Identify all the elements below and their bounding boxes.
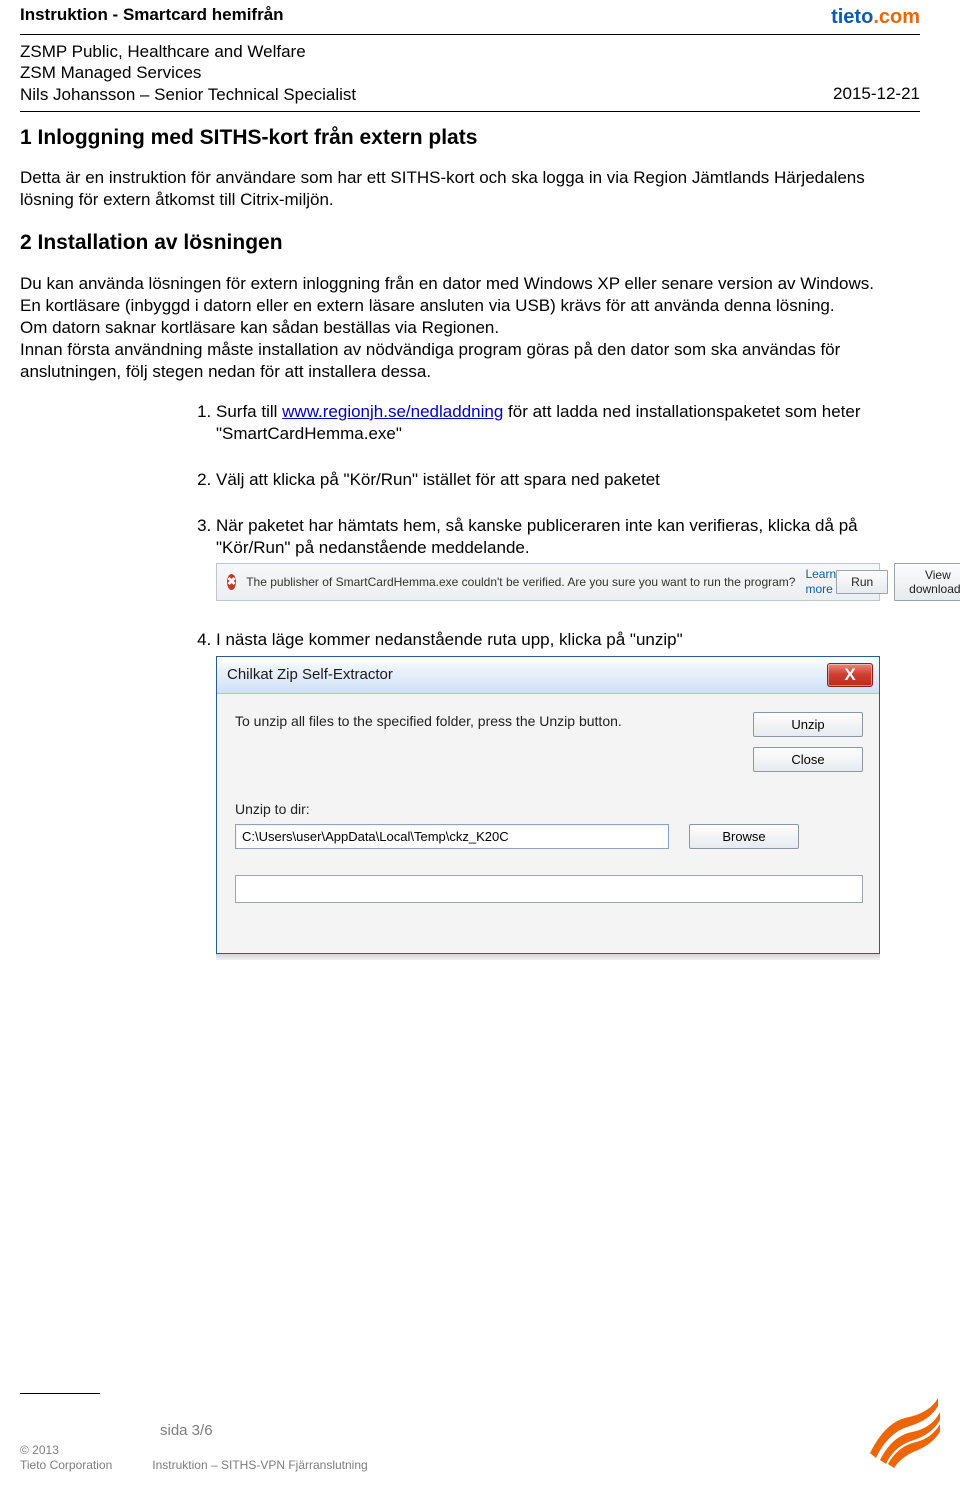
step-1-text-pre: Surfa till (216, 402, 282, 421)
logo-dotcom: .com (873, 6, 920, 28)
tieto-ribbon-logo-icon (860, 1398, 940, 1474)
step-3: När paketet har hämtats hem, så kanske p… (216, 515, 920, 601)
progress-bar (235, 875, 863, 903)
ie-view-downloads-button[interactable]: View downloads (894, 563, 960, 601)
copyright-company: Tieto Corporation (20, 1458, 112, 1474)
page-footer: sida 3/6 © 2013 Tieto Corporation Instru… (20, 1393, 940, 1474)
meta-line: ZSMP Public, Healthcare and Welfare (20, 41, 356, 62)
logo-tieto: tieto (831, 6, 873, 28)
ie-notification-bar: ✖ The publisher of SmartCardHemma.exe co… (216, 563, 880, 601)
header-meta: ZSMP Public, Healthcare and Welfare ZSM … (20, 41, 356, 105)
ie-learn-more-link[interactable]: Learn more (805, 567, 836, 598)
dialog-bottom-shadow (216, 954, 880, 960)
dialog-close-button[interactable]: X (827, 663, 873, 687)
page-number: sida 3/6 (160, 1421, 368, 1441)
step-2: Välj att klicka på "Kör/Run" istället fö… (216, 469, 920, 491)
steps-list: Surfa till www.regionjh.se/nedladdning f… (180, 401, 920, 960)
download-link[interactable]: www.regionjh.se/nedladdning (282, 402, 503, 421)
shield-warning-icon: ✖ (227, 574, 236, 590)
section-2-paragraph: Du kan använda lösningen för extern inlo… (20, 273, 920, 383)
footer-subtitle: Instruktion – SITHS-VPN Fjärranslutning (152, 1458, 367, 1474)
ie-bar-message: The publisher of SmartCardHemma.exe coul… (246, 575, 795, 591)
browse-button[interactable]: Browse (689, 824, 799, 849)
section-1-heading: 1 Inloggning med SITHS-kort från extern … (20, 124, 920, 151)
meta-line: ZSM Managed Services (20, 62, 356, 83)
section-2-heading: 2 Installation av lösningen (20, 229, 920, 256)
header-rule-bottom (20, 111, 920, 112)
chilkat-dialog: Chilkat Zip Self-Extractor X To unzip al… (216, 656, 880, 960)
document-date: 2015-12-21 (833, 83, 920, 105)
copyright-year: © 2013 (20, 1443, 368, 1459)
footnote-rule (20, 1393, 100, 1394)
step-3-text: När paketet har hämtats hem, så kanske p… (216, 516, 858, 557)
step-1: Surfa till www.regionjh.se/nedladdning f… (216, 401, 920, 445)
dialog-titlebar[interactable]: Chilkat Zip Self-Extractor X (217, 657, 879, 694)
dialog-title: Chilkat Zip Self-Extractor (227, 665, 393, 685)
step-4-text: I nästa läge kommer nedanstående ruta up… (216, 630, 683, 649)
meta-line: Nils Johansson – Senior Technical Specia… (20, 84, 356, 105)
document-title: Instruktion - Smartcard hemifrån (20, 4, 284, 26)
unzip-button[interactable]: Unzip (753, 712, 863, 737)
dialog-instruction-text: To unzip all files to the specified fold… (235, 712, 622, 730)
header-rule-top (20, 34, 920, 35)
close-button[interactable]: Close (753, 747, 863, 772)
ie-run-button[interactable]: Run (836, 570, 888, 594)
section-1-paragraph: Detta är en instruktion för användare so… (20, 167, 920, 211)
tieto-logo-text: tieto.com (831, 4, 920, 30)
unzip-path-input[interactable] (235, 824, 669, 849)
step-4: I nästa läge kommer nedanstående ruta up… (216, 629, 920, 959)
unzip-dir-label: Unzip to dir: (235, 800, 863, 818)
